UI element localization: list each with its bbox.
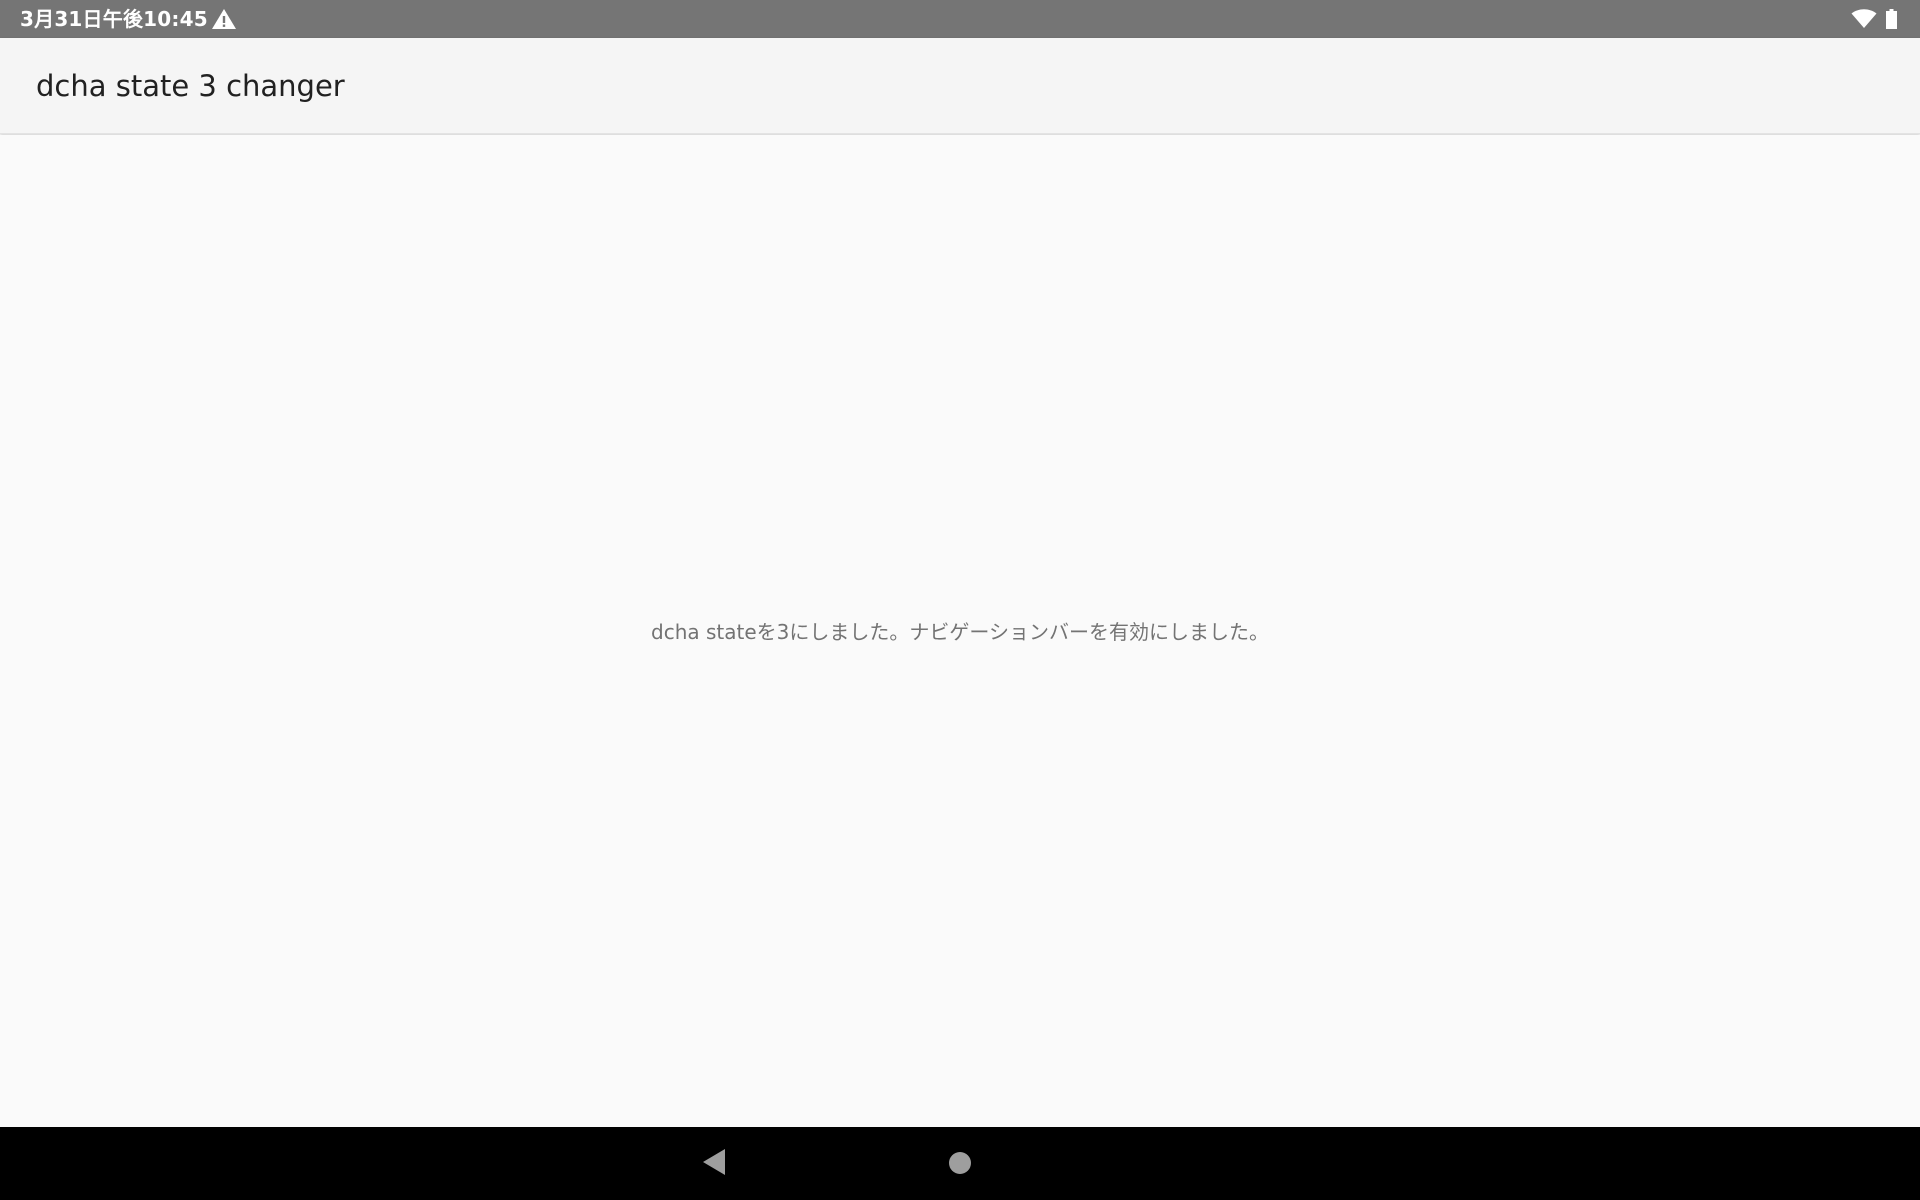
battery-icon bbox=[1886, 9, 1897, 29]
wifi-icon bbox=[1851, 9, 1877, 29]
home-icon[interactable] bbox=[948, 1151, 972, 1175]
app-bar: dcha state 3 changer bbox=[0, 38, 1920, 134]
back-icon[interactable] bbox=[701, 1147, 727, 1177]
navigation-bar bbox=[0, 1127, 1920, 1200]
status-message: dcha stateを3にしました。ナビゲーションバーを有効にしました。 bbox=[651, 620, 1269, 644]
warning-icon bbox=[211, 7, 237, 31]
status-time: 3月31日午後10:45 bbox=[20, 7, 208, 31]
main-content: dcha stateを3にしました。ナビゲーションバーを有効にしました。 bbox=[0, 135, 1920, 1127]
status-bar: 3月31日午後10:45 bbox=[0, 0, 1920, 38]
app-title: dcha state 3 changer bbox=[36, 69, 345, 103]
